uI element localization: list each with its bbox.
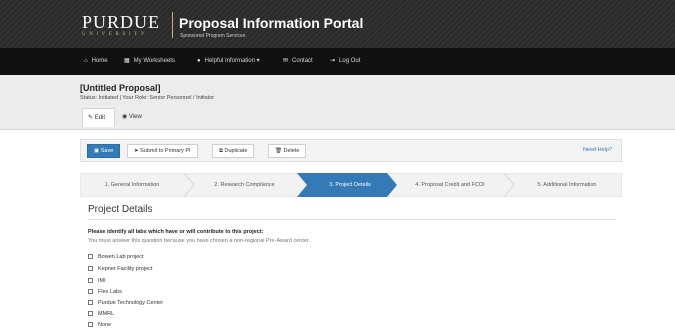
lab-option-label: MMRL [98, 311, 115, 317]
logo-wordmark: PURDUE [82, 12, 161, 32]
header-divider [172, 12, 173, 38]
save-label: Save [100, 148, 114, 154]
labs-question-note: You must answer this question because yo… [88, 238, 310, 244]
wizard-step-2[interactable]: 2. Research Compliance [192, 173, 297, 197]
section-divider [88, 219, 616, 220]
tab-view-label: View [128, 114, 142, 120]
purdue-logo[interactable]: PURDUE UNIVERSITY [82, 13, 160, 37]
lab-option-imi[interactable]: IMI [88, 277, 106, 287]
lab-option-kepner[interactable]: Kepner Facility project [88, 265, 152, 275]
checkbox[interactable] [88, 311, 93, 316]
wizard-step-5[interactable]: 5. Additional Information [512, 173, 622, 197]
logout-icon: ⇥ [330, 58, 336, 64]
submit-label: Submit to Primary PI [140, 148, 191, 154]
lab-option-label: Kepner Facility project [98, 266, 153, 272]
nav-worksheets[interactable]: ▦ My Worksheets [124, 48, 175, 75]
save-button[interactable]: ▣ Save [87, 144, 121, 158]
nav-home-label: Home [91, 58, 108, 64]
wizard-step-4[interactable]: 4. Proposal Credit and FCOI [396, 173, 504, 197]
section-title: Project Details [88, 204, 153, 215]
logo-subtext: UNIVERSITY [82, 32, 148, 37]
lab-option-label: Flex Labs [98, 289, 122, 295]
checkbox[interactable] [88, 266, 93, 271]
lab-option-label: IMI [98, 278, 106, 284]
proposal-status: Status: Initiated | Your Role: Senior Pe… [80, 95, 215, 101]
action-toolbar: ▣ Save ➤ Submit to Primary PI ⧉ Duplicat… [80, 139, 622, 162]
nav-contact-label: Contact [292, 58, 313, 64]
nav-logout-label: Log Out [339, 58, 361, 64]
checkbox[interactable] [88, 322, 93, 327]
lab-option-bowen[interactable]: Bowen Lab project [88, 253, 144, 263]
delete-label: Delete [283, 148, 300, 154]
nav-contact[interactable]: ✉ Contact [283, 48, 313, 75]
table-icon: ▦ [124, 58, 130, 64]
wizard-step-1[interactable]: 1. General Information [80, 173, 184, 197]
main-navbar: ⌂ Home ▦ My Worksheets ● Helpful Informatio… [0, 48, 675, 75]
nav-helpful-information[interactable]: ● Helpful Information ▾ [197, 48, 260, 75]
nav-home[interactable]: ⌂ Home [84, 48, 108, 75]
lab-option-purdue-technology-center[interactable]: Purdue Technology Center [88, 299, 163, 309]
tab-edit[interactable]: ✎ Edit [82, 108, 115, 127]
trash-icon: 🗑 [275, 148, 282, 154]
duplicate-label: Duplicate [224, 148, 248, 154]
lab-option-none[interactable]: None [88, 321, 111, 331]
submit-to-primary-pi-button[interactable]: ➤ Submit to Primary PI [127, 144, 198, 158]
send-icon: ➤ [134, 148, 139, 154]
wizard-step-3[interactable]: 3. Project Details [305, 173, 395, 197]
eye-icon: ◉ [122, 114, 128, 120]
proposal-title: [Untitled Proposal] [80, 83, 161, 93]
need-help-link[interactable]: Need Help? [583, 147, 612, 153]
nav-worksheets-label: My Worksheets [133, 58, 175, 64]
lab-option-label: Bowen Lab project [98, 254, 144, 260]
pencil-icon: ✎ [88, 115, 94, 121]
tab-view[interactable]: ◉ View [122, 108, 152, 127]
site-header: PURDUE UNIVERSITY Proposal Information P… [0, 0, 675, 48]
nav-logout[interactable]: ⇥ Log Out [330, 48, 360, 75]
checkbox[interactable] [88, 300, 93, 305]
delete-button[interactable]: 🗑 Delete [268, 144, 307, 158]
lab-option-label: None [98, 322, 112, 328]
checkbox[interactable] [88, 254, 93, 259]
labs-question: Please identify all labs which have or w… [88, 229, 264, 235]
duplicate-button[interactable]: ⧉ Duplicate [212, 144, 255, 158]
copy-icon: ⧉ [219, 148, 223, 154]
checkbox[interactable] [88, 289, 93, 294]
portal-title: Proposal Information Portal [179, 15, 364, 31]
home-icon: ⌂ [84, 58, 88, 64]
lab-option-flex-labs[interactable]: Flex Labs [88, 288, 122, 298]
floppy-icon: ▣ [94, 148, 100, 154]
lab-option-label: Purdue Technology Center [98, 300, 164, 306]
tab-edit-label: Edit [94, 115, 106, 121]
caret-down-icon: ▾ [254, 58, 260, 64]
envelope-icon: ✉ [283, 58, 289, 64]
info-icon: ● [197, 58, 201, 64]
portal-subtitle: Sponsored Program Services [180, 33, 246, 39]
nav-helpful-label: Helpful Information [204, 58, 255, 64]
proposal-wizard: 1. General Information 2. Research Compl… [80, 173, 622, 197]
lab-option-mmrl[interactable]: MMRL [88, 310, 114, 320]
checkbox[interactable] [88, 278, 93, 283]
